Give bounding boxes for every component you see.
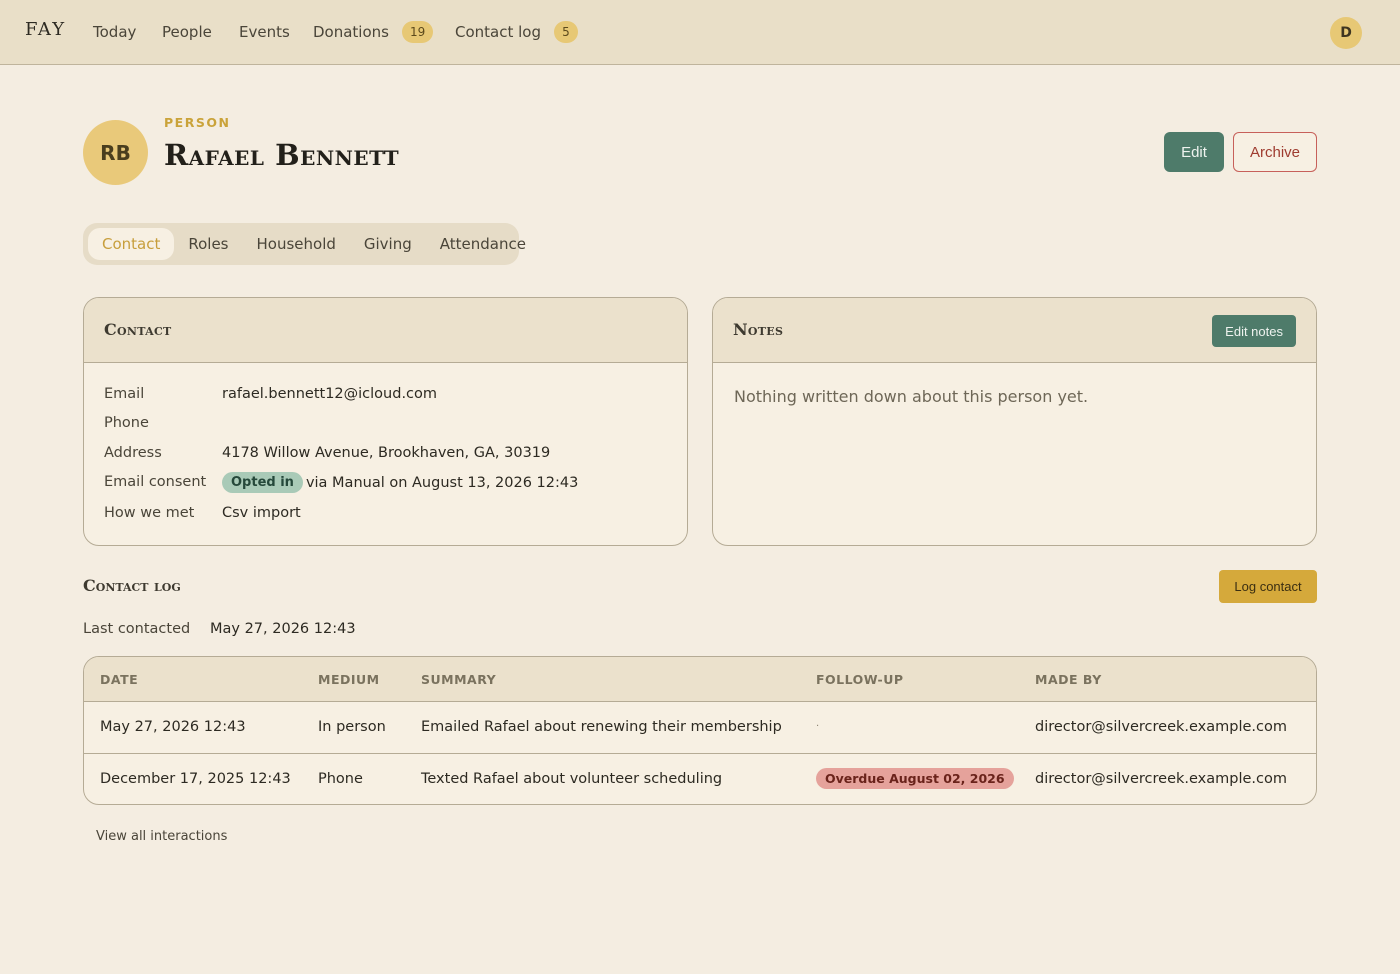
contact-card: Contact Email rafael.bennett12@icloud.co… <box>83 297 688 546</box>
made-by-cell: director@silvercreek.example.com <box>1035 719 1287 735</box>
made-by-cell: director@silvercreek.example.com <box>1035 771 1287 787</box>
count-badge: 19 <box>401 21 434 43</box>
card-header: Notes Edit notes <box>713 298 1316 363</box>
last-contacted-value: May 27, 2026 12:43 <box>210 621 356 637</box>
field-label: How we met <box>104 505 195 521</box>
email-consent-value: Opted in via Manual on August 13, 2026 1… <box>222 472 578 493</box>
archive-button[interactable]: Archive <box>1233 132 1317 172</box>
field-label: Email consent <box>104 474 207 490</box>
person-avatar: RB <box>83 120 148 185</box>
summary-cell: Emailed Rafael about renewing their memb… <box>421 719 782 735</box>
edit-button[interactable]: Edit <box>1164 132 1224 172</box>
card-title: Notes <box>733 320 784 339</box>
followup-cell: · <box>816 721 820 732</box>
date-cell: May 27, 2026 12:43 <box>100 719 246 735</box>
page-title: Rafael Bennett <box>164 138 400 172</box>
column-header[interactable]: MADE BY <box>1035 672 1102 687</box>
user-avatar[interactable]: D <box>1330 17 1362 49</box>
nav-item-label: Events <box>239 23 290 41</box>
contact-log-table: DATE MEDIUM SUMMARY FOLLOW-UP MADE BY Ma… <box>83 656 1317 805</box>
medium-cell: Phone <box>318 771 363 787</box>
tab-roles[interactable]: Roles <box>174 228 242 260</box>
card-header: Contact <box>84 298 687 363</box>
table-header: DATE MEDIUM SUMMARY FOLLOW-UP MADE BY <box>84 657 1316 702</box>
overdue-badge: Overdue August 02, 2026 <box>816 768 1014 789</box>
person-tabs: Contact Roles Household Giving Attendanc… <box>83 223 526 265</box>
followup-cell: Overdue August 02, 2026 <box>816 768 1014 792</box>
nav-item-today[interactable]: Today <box>93 23 136 41</box>
field-label: Address <box>104 445 162 461</box>
nav-item-people[interactable]: People <box>162 23 212 41</box>
nav-item-events[interactable]: Events <box>239 23 290 41</box>
field-label: Phone <box>104 415 149 431</box>
nav-item-donations[interactable]: Donations 19 <box>313 21 434 43</box>
field-label: Email <box>104 386 145 402</box>
tab-contact[interactable]: Contact <box>88 228 175 260</box>
nav-item-label: People <box>162 23 212 41</box>
nav-item-label: Donations <box>313 23 389 41</box>
column-header[interactable]: DATE <box>100 672 138 687</box>
app-logo[interactable]: FAY <box>25 19 66 40</box>
consent-badge: Opted in <box>222 472 303 493</box>
tab-giving[interactable]: Giving <box>350 228 426 260</box>
tab-attendance[interactable]: Attendance <box>426 228 540 260</box>
nav-item-contact-log[interactable]: Contact log 5 <box>455 21 578 43</box>
top-nav: FAY Today People Events Donations 19 Con… <box>0 0 1400 65</box>
column-header[interactable]: MEDIUM <box>318 672 380 687</box>
how-we-met-value: Csv import <box>222 505 301 521</box>
nav-item-label: Today <box>93 23 137 41</box>
table-row[interactable]: December 17, 2025 12:43 Phone Texted Raf… <box>84 753 1316 804</box>
section-title: Contact log <box>83 576 181 595</box>
tab-household[interactable]: Household <box>243 228 350 260</box>
medium-cell: In person <box>318 719 386 735</box>
last-contacted-label: Last contacted <box>83 621 191 637</box>
notes-card: Notes Edit notes Nothing written down ab… <box>712 297 1317 546</box>
view-all-interactions-link[interactable]: View all interactions <box>96 829 227 844</box>
consent-detail: via Manual on August 13, 2026 12:43 <box>305 474 579 491</box>
edit-notes-button[interactable]: Edit notes <box>1212 315 1296 347</box>
log-contact-button[interactable]: Log contact <box>1219 570 1317 603</box>
email-value[interactable]: rafael.bennett12@icloud.com <box>222 386 437 402</box>
page-eyebrow: PERSON <box>164 115 231 130</box>
address-value: 4178 Willow Avenue, Brookhaven, GA, 3031… <box>222 445 551 461</box>
table-row[interactable]: May 27, 2026 12:43 In person Emailed Raf… <box>84 702 1316 753</box>
column-header[interactable]: SUMMARY <box>421 672 496 687</box>
column-header[interactable]: FOLLOW-UP <box>816 672 904 687</box>
nav-item-label: Contact log <box>455 23 541 41</box>
date-cell: December 17, 2025 12:43 <box>100 771 291 787</box>
notes-empty-text: Nothing written down about this person y… <box>734 387 1089 406</box>
summary-cell: Texted Rafael about volunteer scheduling <box>421 771 723 787</box>
count-badge: 5 <box>554 21 578 43</box>
card-title: Contact <box>104 320 172 339</box>
